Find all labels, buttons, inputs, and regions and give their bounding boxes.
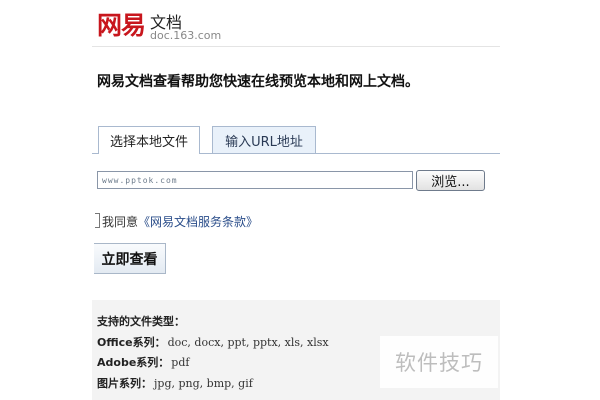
supported-row-office: Office系列： doc, docx, ppt, pptx, xls, xlsx	[97, 334, 329, 350]
row-category: 图片系列：	[97, 377, 152, 390]
tab-local-file[interactable]: 选择本地文件	[98, 126, 200, 154]
agree-checkbox[interactable]	[95, 213, 100, 228]
supported-row-adobe: Adobe系列： pdf	[97, 354, 189, 370]
row-extensions: doc, docx, ppt, pptx, xls, xlsx	[167, 336, 329, 349]
supported-types-heading: 支持的文件类型：	[97, 315, 185, 328]
row-extensions: jpg, png, bmp, gif	[154, 377, 253, 390]
row-category: Office系列：	[97, 336, 166, 349]
header-divider	[92, 46, 500, 47]
intro-text: 网易文档查看帮助您快速在线预览本地和网上文档。	[97, 74, 419, 90]
agree-text: 我同意《网易文档服务条款》	[102, 213, 258, 230]
supported-row-image: 图片系列： jpg, png, bmp, gif	[97, 375, 253, 391]
row-extensions: pdf	[171, 356, 190, 369]
watermark-text: 软件技巧	[380, 336, 498, 388]
netease-logo[interactable]: 网易	[97, 6, 146, 42]
agree-prefix: 我同意	[102, 215, 139, 229]
tab-url[interactable]: 输入URL地址	[212, 126, 316, 153]
logo-mark: 网易	[97, 11, 146, 40]
terms-link[interactable]: 《网易文档服务条款》	[138, 215, 258, 229]
view-now-button[interactable]: 立即查看	[94, 243, 166, 274]
browse-button[interactable]: 浏览...	[416, 170, 485, 191]
file-path-input[interactable]	[97, 171, 413, 189]
logo-domain: doc.163.com	[150, 29, 222, 42]
row-category: Adobe系列：	[97, 356, 170, 369]
